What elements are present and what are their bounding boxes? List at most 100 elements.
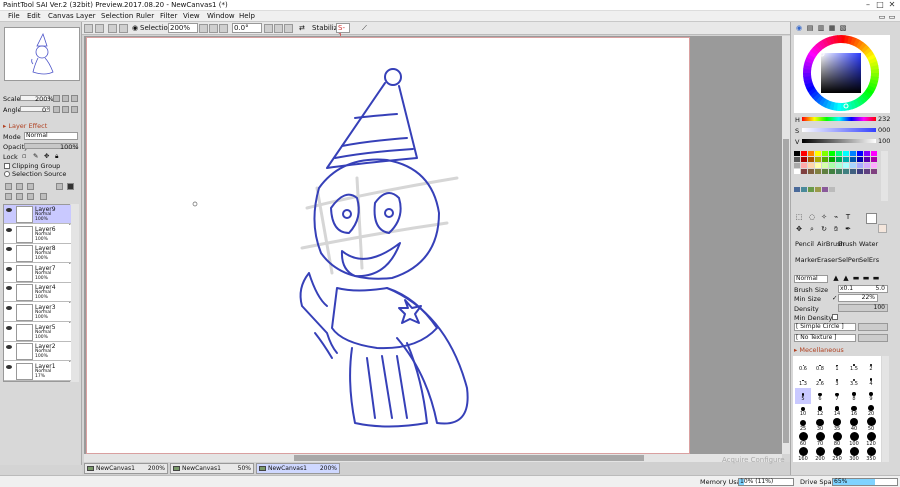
color-swatch[interactable]: [808, 169, 814, 174]
color-wheel-tab-icon[interactable]: ◉: [795, 24, 803, 32]
density-slider[interactable]: 100: [838, 304, 888, 312]
scale-reset-button[interactable]: [71, 95, 78, 102]
brush-size-preset[interactable]: 300: [846, 447, 862, 462]
brush-size-preset[interactable]: 16: [846, 403, 862, 419]
color-wheel[interactable]: [794, 35, 890, 113]
brush-size-preset[interactable]: 1: [829, 358, 845, 374]
tool-water[interactable]: Water: [859, 240, 878, 248]
brush-shape-select[interactable]: [ Simple Circle ]: [794, 323, 856, 331]
visibility-eye-icon[interactable]: [6, 266, 12, 271]
navigator-preview[interactable]: [4, 27, 80, 81]
color-swatch[interactable]: [857, 163, 863, 168]
color-swatch[interactable]: [801, 169, 807, 174]
color-swatch[interactable]: [836, 169, 842, 174]
menu-help[interactable]: Help: [239, 12, 255, 20]
color-swatch[interactable]: [857, 169, 863, 174]
brush-size-preset[interactable]: 6: [812, 388, 828, 404]
clear-layer-button[interactable]: [27, 193, 34, 200]
min-size-slider[interactable]: 22%: [838, 294, 878, 302]
zoom-field[interactable]: 200%: [168, 23, 198, 33]
color-swatch[interactable]: [815, 187, 821, 192]
redo-button[interactable]: [95, 24, 104, 33]
scale-down-button[interactable]: [53, 95, 60, 102]
visibility-eye-icon[interactable]: [6, 345, 12, 350]
color-swatch[interactable]: [794, 187, 800, 192]
layer-row[interactable]: Layer8 Normal 100%: [4, 244, 71, 264]
color-swatch[interactable]: [871, 151, 877, 156]
delete-layer-button[interactable]: [40, 193, 47, 200]
menu-window[interactable]: Window: [207, 12, 235, 20]
color-swatch[interactable]: [850, 157, 856, 162]
canvas-tab-1[interactable]: NewCanvas1 200%: [84, 463, 168, 474]
lasso-icon[interactable]: ◌: [808, 213, 816, 221]
brush-size-preset[interactable]: 1.5: [846, 358, 862, 374]
canvas-tab-2[interactable]: NewCanvas1 50%: [170, 463, 254, 474]
saturation-value-square[interactable]: [821, 53, 861, 93]
eyedropper-icon[interactable]: ⌁: [832, 213, 840, 221]
min-density-checkbox[interactable]: [832, 314, 838, 320]
lock-alpha-icon[interactable]: ▫: [22, 152, 26, 160]
color-swatch[interactable]: [794, 157, 800, 162]
color-swatch[interactable]: [801, 163, 807, 168]
layer-mask-button[interactable]: [56, 183, 63, 190]
scale-up-button[interactable]: [62, 95, 69, 102]
color-swatch[interactable]: [850, 163, 856, 168]
brush-texture-strength[interactable]: [858, 334, 888, 342]
color-swatch[interactable]: [822, 157, 828, 162]
menu-filter[interactable]: Filter: [160, 12, 177, 20]
invert-selection-button[interactable]: [119, 24, 128, 33]
menu-ruler[interactable]: Ruler: [136, 12, 154, 20]
color-swatch[interactable]: [815, 163, 821, 168]
tool-selpen[interactable]: SelPen: [838, 256, 860, 264]
brush-edge-round-icon[interactable]: ▬: [862, 274, 870, 282]
merge-down-button[interactable]: [16, 193, 23, 200]
visibility-eye-icon[interactable]: [6, 208, 12, 212]
menu-view[interactable]: View: [183, 12, 200, 20]
brush-edge-hard-icon[interactable]: ▲: [832, 274, 840, 282]
minimize-button[interactable]: –: [862, 0, 874, 10]
horizontal-scroll-thumb[interactable]: [294, 455, 644, 461]
angle-field[interactable]: 0.0°: [232, 23, 262, 33]
brush-size-preset[interactable]: 10: [795, 403, 811, 419]
brush-size-preset[interactable]: 0.8: [812, 358, 828, 374]
tool-eraser[interactable]: Eraser: [817, 256, 838, 264]
rotate-right-button[interactable]: [274, 24, 283, 33]
color-swatch[interactable]: [801, 151, 807, 156]
miscellaneous-toggle[interactable]: ▸ Mecellaneous: [794, 346, 844, 354]
vertical-scroll-thumb[interactable]: [783, 139, 789, 443]
canvas-tab-3[interactable]: NewCanvas1 200%: [256, 463, 340, 474]
brush-edge-flat-icon[interactable]: ▬: [872, 274, 880, 282]
panel-minimize-icon[interactable]: ▭: [878, 13, 886, 21]
text-tool-icon[interactable]: T: [844, 213, 852, 221]
tool-selers[interactable]: SelErs: [859, 256, 879, 264]
rotate-reset-button[interactable]: [284, 24, 293, 33]
brush-size-preset[interactable]: 160: [795, 447, 811, 462]
color-swatch[interactable]: [801, 157, 807, 162]
color-swatch[interactable]: [843, 169, 849, 174]
lock-move-icon[interactable]: ✥: [44, 152, 49, 160]
color-swatch[interactable]: [871, 163, 877, 168]
color-wheel-box[interactable]: [794, 35, 890, 113]
visibility-eye-icon[interactable]: [6, 306, 12, 310]
zoom-in-button[interactable]: [209, 24, 218, 33]
layer-row[interactable]: Layer9 Normal 100%: [4, 205, 71, 224]
brush-size-preset[interactable]: 0.6: [795, 358, 811, 374]
straight-line-icon[interactable]: ⟋: [362, 24, 367, 33]
menu-file[interactable]: File: [8, 12, 20, 20]
brush-size-preset[interactable]: 7: [829, 388, 845, 404]
angle-up-button[interactable]: [62, 106, 69, 113]
maximize-button[interactable]: □: [874, 0, 886, 10]
color-swatch[interactable]: [871, 169, 877, 174]
color-swatch[interactable]: [829, 157, 835, 162]
color-swatch[interactable]: [836, 163, 842, 168]
layer-settings-button[interactable]: [67, 183, 74, 190]
brush-edge-soft-icon[interactable]: ▬: [852, 274, 860, 282]
new-layer-button[interactable]: [5, 183, 12, 190]
color-swatch[interactable]: [808, 151, 814, 156]
visibility-eye-icon[interactable]: [6, 247, 12, 252]
brush-size-preset[interactable]: 5: [795, 388, 811, 404]
tool-pencil[interactable]: Pencil: [795, 240, 814, 248]
color-swatch[interactable]: [794, 163, 800, 168]
color-swatch[interactable]: [829, 163, 835, 168]
visibility-eye-icon[interactable]: [6, 227, 12, 232]
